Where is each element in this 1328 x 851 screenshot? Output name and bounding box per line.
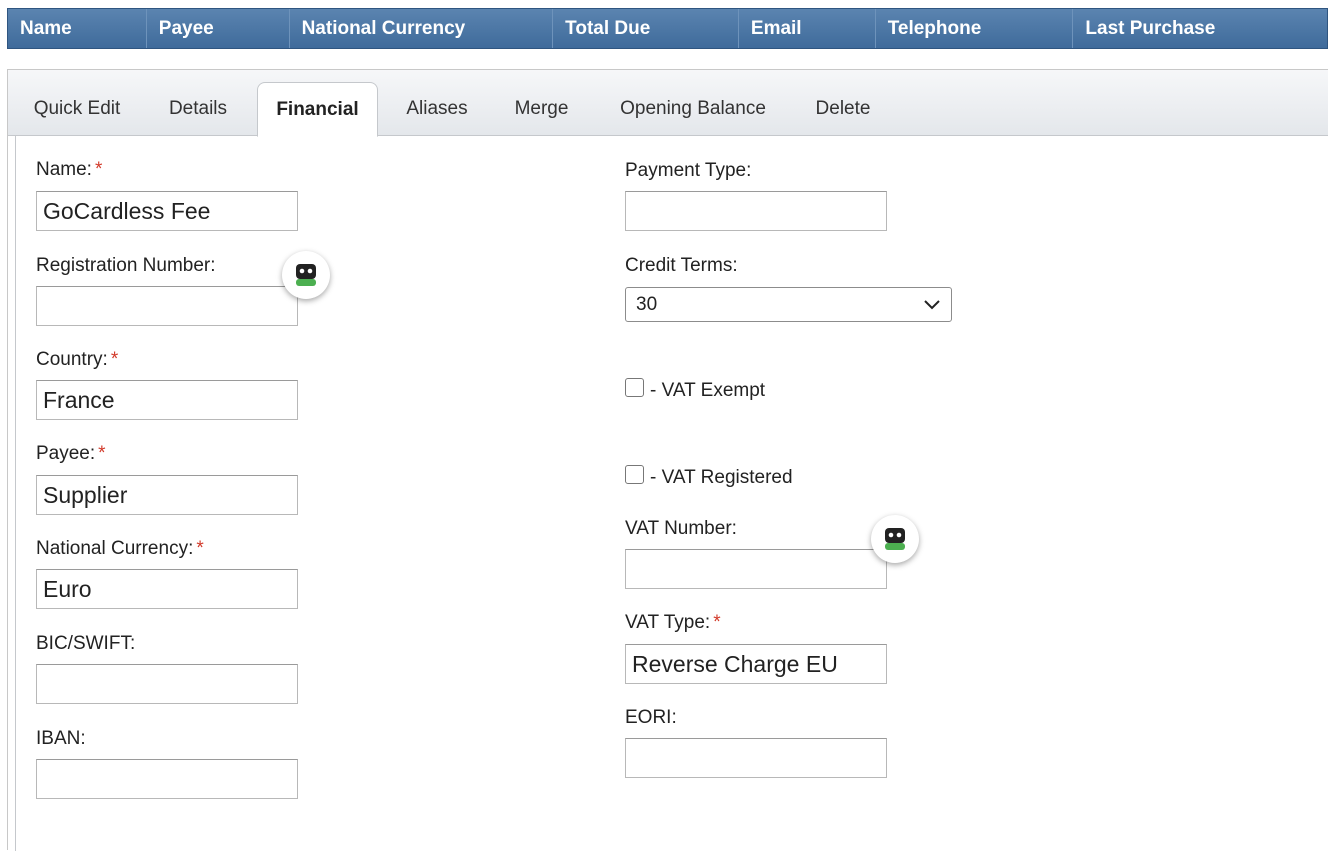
national-currency-input[interactable]: Euro [36,569,298,609]
required-marker: * [110,349,119,370]
column-header-email[interactable]: Email [739,9,876,48]
tab-opening-balance[interactable]: Opening Balance [608,82,778,136]
required-marker: * [713,612,721,633]
credit-terms-label: Credit Terms: [625,255,738,276]
bic-swift-label: BIC/SWIFT: [36,633,136,654]
credit-terms-select[interactable]: 30 [625,287,952,322]
tab-financial[interactable]: Financial [257,82,378,137]
autofill-bubble-vat-number[interactable] [871,515,919,563]
payee-label: Payee: * [36,443,106,464]
column-header-name[interactable]: Name [8,9,147,48]
vat-exempt-label: - VAT Exempt [650,380,766,401]
autofill-bubble-registration[interactable] [282,251,330,299]
credit-terms-value: 30 [636,293,658,315]
tab-merge[interactable]: Merge [505,82,578,136]
column-header-national-currency[interactable]: National Currency [290,9,554,48]
required-marker: * [98,443,106,464]
national-currency-label: National Currency: * [36,538,204,559]
payment-type-input[interactable] [625,191,887,231]
tab-delete[interactable]: Delete [806,82,880,136]
required-marker: * [94,159,103,180]
name-input[interactable]: GoCardless Fee [36,191,298,231]
edit-panel: Quick Edit Details Financial Aliases Mer… [7,69,1328,851]
registration-number-input[interactable] [36,286,298,326]
iban-input[interactable] [36,759,298,799]
required-marker: * [196,538,204,559]
autofill-robot-icon [885,528,905,550]
payment-type-label: Payment Type: [625,160,752,181]
column-header-telephone[interactable]: Telephone [876,9,1074,48]
country-input[interactable]: France [36,380,298,420]
vat-number-input[interactable] [625,549,887,589]
vat-type-input[interactable]: Reverse Charge EU [625,644,887,684]
column-header-payee[interactable]: Payee [147,9,290,48]
iban-label: IBAN: [36,728,86,749]
chevron-down-icon [924,299,940,309]
column-header-total-due[interactable]: Total Due [553,9,739,48]
tab-details[interactable]: Details [156,82,240,136]
grid-header: Name Payee National Currency Total Due E… [7,8,1328,49]
registration-number-label: Registration Number: [36,255,216,276]
country-label: Country: * [36,349,119,370]
name-label: Name: * [36,159,103,180]
vat-number-label: VAT Number: [625,518,737,539]
eori-label: EORI: [625,707,677,728]
bic-swift-input[interactable] [36,664,298,704]
eori-input[interactable] [625,738,887,778]
tab-aliases[interactable]: Aliases [397,82,477,136]
vat-exempt-checkbox[interactable] [625,378,644,397]
autofill-robot-icon [296,264,316,286]
column-header-last-purchase[interactable]: Last Purchase [1073,9,1327,48]
vat-registered-label: - VAT Registered [650,467,793,488]
vat-registered-checkbox[interactable] [625,465,644,484]
financial-form: Name: * GoCardless Fee Registration Numbe… [15,136,1328,851]
tab-quick-edit[interactable]: Quick Edit [20,82,134,136]
vat-type-label: VAT Type: * [625,612,721,633]
tab-bar: Quick Edit Details Financial Aliases Mer… [8,70,1328,137]
payee-input[interactable]: Supplier [36,475,298,515]
